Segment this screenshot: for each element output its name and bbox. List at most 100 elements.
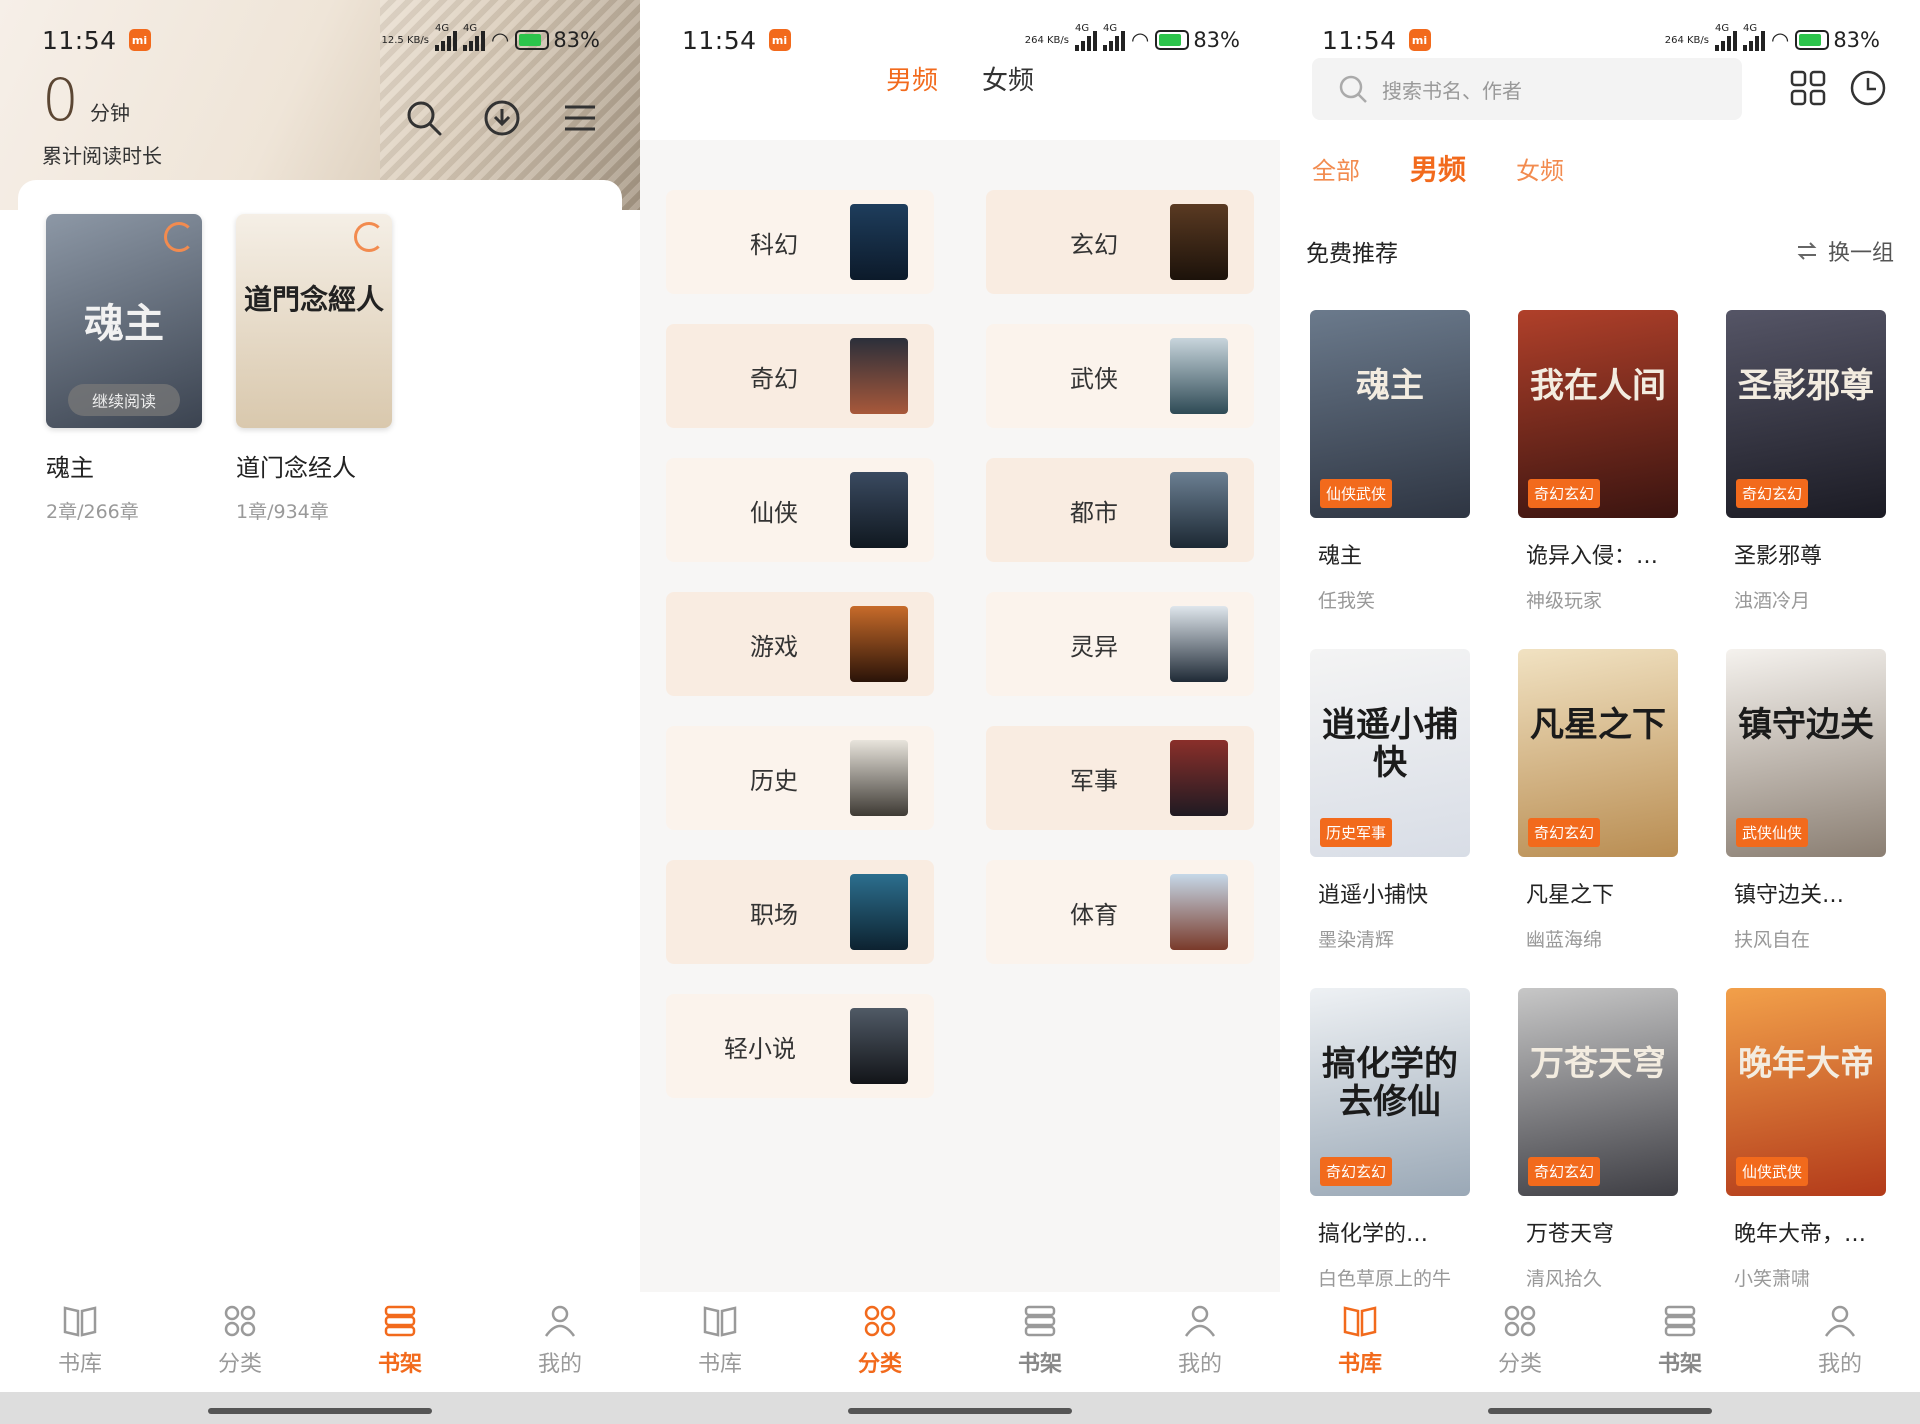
category-thumb xyxy=(850,472,908,548)
book-title: 搞化学的… xyxy=(1318,1222,1429,1247)
book-cover[interactable]: 搞化学的去修仙奇幻玄幻 xyxy=(1310,988,1470,1196)
library-tabs: 全部 男频 女频 xyxy=(1312,148,1564,188)
tab-male[interactable]: 男频 xyxy=(886,60,938,97)
category-item[interactable]: 历史 xyxy=(666,726,934,830)
book-cover[interactable]: 魂主 继续阅读 xyxy=(46,214,202,428)
book-card[interactable]: 圣影邪尊 奇幻玄幻 圣影邪尊 浊酒冷月 xyxy=(1726,310,1886,613)
battery-icon: 83% xyxy=(515,28,600,52)
tab-all[interactable]: 全部 xyxy=(1312,151,1360,186)
shelf-book[interactable]: 道門念經人 道门念经人 1章/934章 xyxy=(236,214,392,524)
nav-profile[interactable]: 我的 xyxy=(1120,1292,1280,1392)
battery-icon: 83% xyxy=(1155,28,1240,52)
nav-library[interactable]: 书库 xyxy=(640,1292,800,1392)
tab-female[interactable]: 女频 xyxy=(982,60,1034,97)
recommend-panel: 免费推荐 换一组 魂主 仙侠武侠 魂主 任我笑 我在人间 奇幻玄幻 诡异入侵：… 神级玩家 圣影… xyxy=(1280,190,1920,1292)
genre-tag: 奇幻玄幻 xyxy=(1736,479,1809,508)
nav-library[interactable]: 书库 xyxy=(1280,1292,1440,1392)
book-author: 清风拾久 xyxy=(1526,1268,1603,1290)
signal-icon: 4G xyxy=(1742,23,1765,51)
tab-male[interactable]: 男频 xyxy=(1410,148,1466,188)
category-item[interactable]: 轻小说 xyxy=(666,994,934,1098)
category-item[interactable]: 科幻 xyxy=(666,190,934,294)
category-item[interactable]: 玄幻 xyxy=(986,190,1254,294)
home-indicator[interactable] xyxy=(848,1408,1072,1414)
refresh-button[interactable]: 换一组 xyxy=(1796,235,1894,267)
bookshelf-screen: 11:54 mi 12.5 KB/s 4G 4G ◠ 83% 0 分钟 累计阅读… xyxy=(0,0,640,1424)
book-cover[interactable]: 道門念經人 xyxy=(236,214,392,428)
tab-female[interactable]: 女频 xyxy=(1516,151,1564,186)
book-card[interactable]: 镇守边关 武侠仙侠 镇守边关… 扶风自在 xyxy=(1726,649,1886,952)
book-title: 晚年大帝，… xyxy=(1734,1222,1867,1247)
book-cover[interactable]: 魂主 仙侠武侠 xyxy=(1310,310,1470,518)
book-grid: 魂主 仙侠武侠 魂主 任我笑 我在人间 奇幻玄幻 诡异入侵：… 神级玩家 圣影邪尊 奇幻玄幻 圣影邪… xyxy=(1310,310,1886,1291)
category-item[interactable]: 奇幻 xyxy=(666,324,934,428)
nav-bookshelf[interactable]: 书架 xyxy=(320,1292,480,1392)
nav-category[interactable]: 分类 xyxy=(1440,1292,1600,1392)
home-indicator[interactable] xyxy=(1488,1408,1712,1414)
nav-bookshelf[interactable]: 书架 xyxy=(1600,1292,1760,1392)
recommend-header: 免费推荐 换一组 xyxy=(1306,234,1894,268)
home-indicator[interactable] xyxy=(208,1408,432,1414)
category-item[interactable]: 游戏 xyxy=(666,592,934,696)
book-cover[interactable]: 镇守边关 武侠仙侠 xyxy=(1726,649,1886,857)
net-speed: 264 KB/s xyxy=(1024,34,1069,46)
book-card[interactable]: 搞化学的去修仙 奇幻玄幻 搞化学的… 白色草原上的牛 xyxy=(1310,988,1470,1291)
nav-bookshelf[interactable]: 书架 xyxy=(960,1292,1120,1392)
book-cover[interactable]: 我在人间 奇幻玄幻 xyxy=(1518,310,1678,518)
category-item[interactable]: 体育 xyxy=(986,860,1254,964)
book-card[interactable]: 魂主 仙侠武侠魂主任我笑 xyxy=(1310,310,1470,613)
book-title: 凡星之下 xyxy=(1526,883,1615,908)
history-clock-icon[interactable] xyxy=(1848,68,1888,112)
nav-category[interactable]: 分类 xyxy=(160,1292,320,1392)
nav-profile[interactable]: 我的 xyxy=(480,1292,640,1392)
category-item[interactable]: 军事 xyxy=(986,726,1254,830)
menu-icon[interactable] xyxy=(560,98,600,138)
book-author: 墨染清辉 xyxy=(1318,929,1395,951)
book-cover[interactable]: 逍遥小捕快 历史军事 xyxy=(1310,649,1470,857)
progress-ring-icon xyxy=(354,222,384,252)
cover-title: 万苍天穹 xyxy=(1530,1044,1666,1085)
category-thumb xyxy=(850,606,908,682)
book-progress: 2章/266章 xyxy=(46,501,139,523)
nav-profile[interactable]: 我的 xyxy=(1760,1292,1920,1392)
shelf-grid: 魂主 继续阅读 魂主 2章/266章 道門念經人 道门念经人 1章/934章 xyxy=(46,214,392,524)
book-cover[interactable]: 凡星之下 奇幻玄幻 xyxy=(1518,649,1678,857)
book-cover[interactable]: 圣影邪尊 奇幻玄幻 xyxy=(1726,310,1886,518)
book-author: 扶风自在 xyxy=(1734,929,1811,951)
category-item[interactable]: 灵异 xyxy=(986,592,1254,696)
bottom-nav: 书库 分类 书架 我的 xyxy=(1280,1292,1920,1392)
genre-tag: 武侠仙侠 xyxy=(1736,818,1809,847)
nav-category[interactable]: 分类 xyxy=(800,1292,960,1392)
category-item[interactable]: 都市 xyxy=(986,458,1254,562)
category-thumb xyxy=(850,204,908,280)
book-cover[interactable]: 万苍天穹 奇幻玄幻 xyxy=(1518,988,1678,1196)
book-card[interactable]: 万苍天穹 奇幻玄幻 万苍天穹 清风拾久 xyxy=(1518,988,1678,1291)
category-item[interactable]: 职场 xyxy=(666,860,934,964)
download-icon[interactable] xyxy=(482,98,522,138)
book-cover[interactable]: 晚年大帝 仙侠武侠 xyxy=(1726,988,1886,1196)
book-author: 任我笑 xyxy=(1318,590,1376,612)
book-title: 万苍天穹 xyxy=(1526,1222,1615,1247)
book-card[interactable]: 我在人间 奇幻玄幻 诡异入侵：… 神级玩家 xyxy=(1518,310,1678,613)
grid-icon[interactable] xyxy=(1788,68,1828,112)
search-icon[interactable] xyxy=(404,98,444,138)
book-card[interactable]: 晚年大帝 仙侠武侠 晚年大帝，… 小笑萧啸 xyxy=(1726,988,1886,1291)
category-thumb xyxy=(1170,874,1228,950)
book-icon xyxy=(63,1306,97,1337)
category-item[interactable]: 武侠 xyxy=(986,324,1254,428)
genre-tag: 历史军事 xyxy=(1320,818,1393,847)
cover-title: 镇守边关 xyxy=(1738,705,1874,746)
book-card[interactable]: 凡星之下 奇幻玄幻 凡星之下 幽蓝海绵 xyxy=(1518,649,1678,952)
nav-library[interactable]: 书库 xyxy=(0,1292,160,1392)
genre-tag: 奇幻玄幻 xyxy=(1528,818,1601,847)
shelf-book[interactable]: 魂主 继续阅读 魂主 2章/266章 xyxy=(46,214,202,524)
search-input[interactable]: 搜索书名、作者 xyxy=(1312,58,1742,120)
category-item[interactable]: 仙侠 xyxy=(666,458,934,562)
book-card[interactable]: 逍遥小捕快 历史军事 逍遥小捕快 墨染清辉 xyxy=(1310,649,1470,952)
cover-title: 搞化学的去修仙 xyxy=(1322,1044,1458,1122)
book-title: 魂主 xyxy=(1318,544,1363,569)
genre-tag: 奇幻玄幻 xyxy=(1320,1157,1393,1186)
category-thumb xyxy=(1170,472,1228,548)
mi-icon: mi xyxy=(128,29,151,51)
continue-reading-button[interactable]: 继续阅读 xyxy=(68,384,180,416)
